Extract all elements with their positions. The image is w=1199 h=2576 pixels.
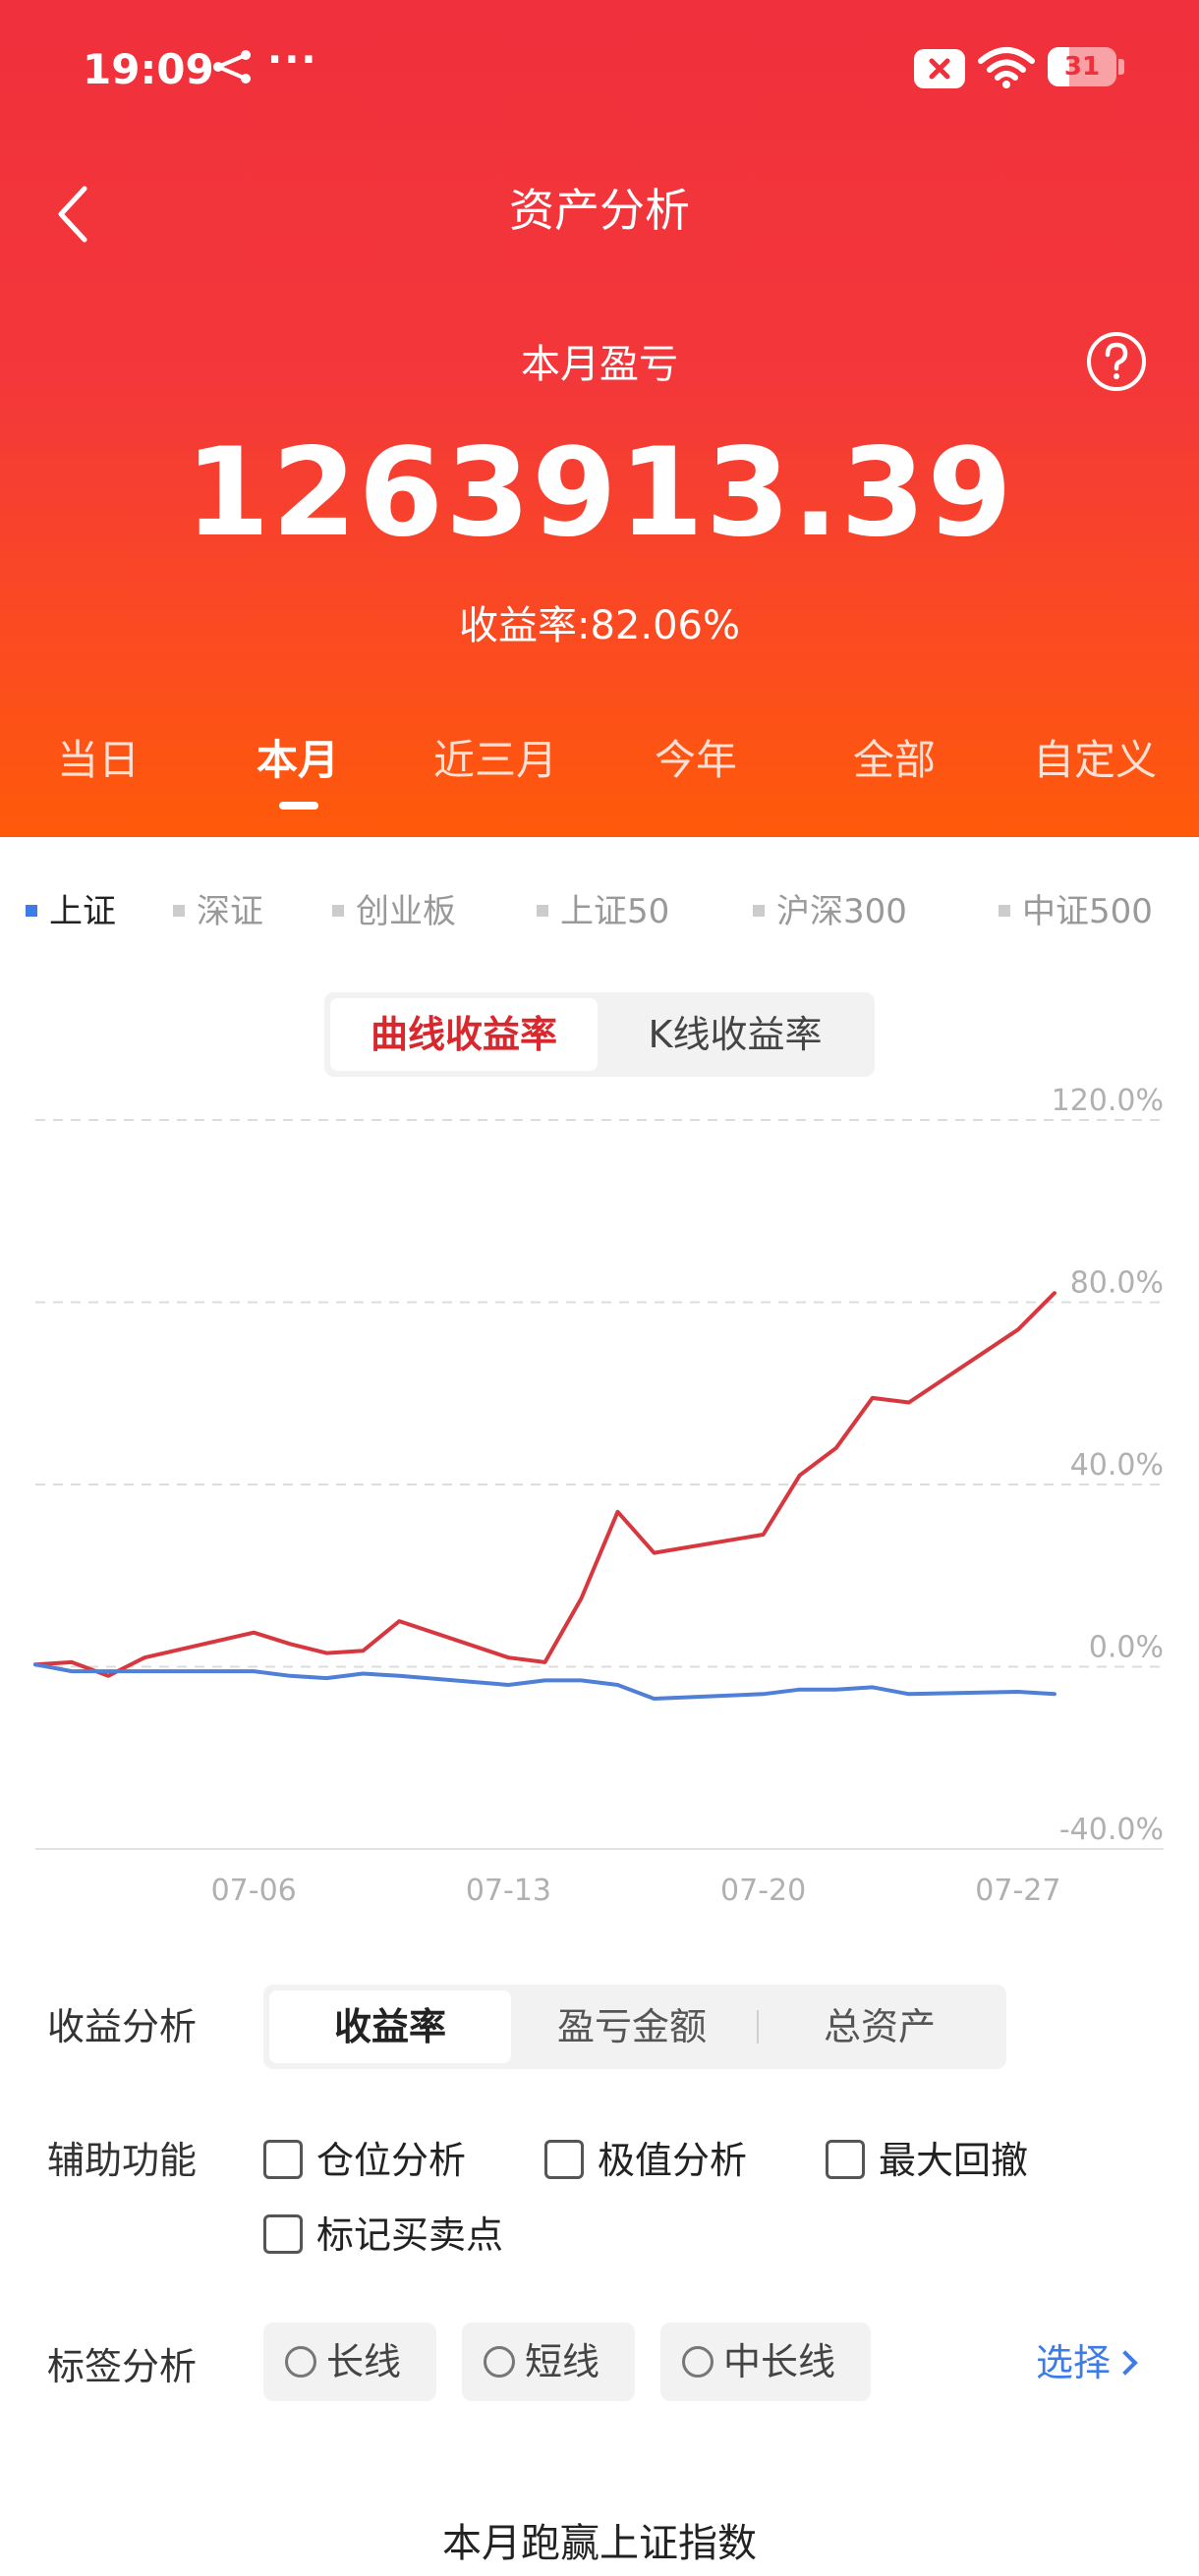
- curve-rate-button[interactable]: 曲线收益率: [330, 998, 598, 1071]
- index-tab-csi500[interactable]: 中证500: [999, 884, 1153, 932]
- index-dot: [537, 904, 548, 917]
- tag-label: 长线: [326, 2340, 402, 2383]
- pl-label: 本月盈亏: [521, 342, 678, 387]
- kline-rate-button[interactable]: K线收益率: [601, 998, 869, 1071]
- rate-label: 收益率:: [458, 603, 591, 648]
- rate-value: 82.06%: [590, 603, 740, 648]
- tab-this-year[interactable]: 今年: [607, 727, 784, 787]
- index-tab-shanghai[interactable]: 上证: [26, 884, 116, 932]
- index-dot: [753, 904, 765, 917]
- check-label: 仓位分析: [316, 2139, 467, 2182]
- y-tick-label: -40.0%: [1059, 1813, 1164, 1847]
- index-tab-label: 上证: [49, 892, 116, 931]
- index-dot: [26, 904, 37, 917]
- chart-mode-toggle: 曲线收益率 K线收益率: [324, 992, 875, 1077]
- tab-all[interactable]: 全部: [806, 727, 983, 787]
- index-tab-label: 上证50: [560, 892, 670, 931]
- section-title: 本月跑赢上证指数: [442, 2521, 757, 2566]
- radio[interactable]: [682, 2345, 714, 2378]
- status-time: 19:09: [83, 45, 214, 93]
- checkbox[interactable]: [263, 2213, 303, 2254]
- radio[interactable]: [484, 2345, 515, 2378]
- index-tab-label: 深证: [197, 892, 263, 931]
- select-label: 选择: [1036, 2341, 1112, 2384]
- portfolio-line: [33, 1291, 1056, 1678]
- y-tick-label: 120.0%: [1052, 1084, 1164, 1118]
- index-tab-label: 中证500: [1022, 892, 1153, 931]
- index-tab-shenzhen[interactable]: 深证: [173, 884, 263, 932]
- x-tick-label: 07-13: [466, 1874, 551, 1908]
- battery-level: 31: [1063, 52, 1101, 82]
- tag-label: 短线: [525, 2340, 600, 2383]
- tag-long-term[interactable]: 长线: [263, 2323, 436, 2401]
- y-tick-label: 0.0%: [1089, 1631, 1164, 1665]
- analysis-segmented-control: 收益率 盈亏金额 总资产: [263, 1985, 1006, 2069]
- x-tick-label: 07-20: [720, 1874, 806, 1908]
- index-dot: [173, 904, 185, 917]
- tag-mid-long-term[interactable]: 中长线: [660, 2323, 871, 2401]
- chevron-right-icon: [1113, 2350, 1138, 2376]
- index-tab-chinext[interactable]: 创业板: [332, 884, 456, 932]
- index-line: [33, 1662, 1056, 1701]
- pl-value: 1263913.39: [185, 422, 1014, 564]
- close-x-icon: [914, 49, 965, 88]
- share-icon: [213, 50, 251, 84]
- check-extreme-analysis[interactable]: 极值分析: [544, 2130, 747, 2184]
- seg-pl-amount[interactable]: 盈亏金额: [511, 1990, 753, 2063]
- analysis-label: 收益分析: [47, 2005, 198, 2048]
- index-dot: [332, 904, 344, 917]
- check-trade-points[interactable]: 标记买卖点: [263, 2205, 503, 2259]
- x-tick-label: 07-27: [975, 1874, 1060, 1908]
- tab-today[interactable]: 当日: [10, 727, 187, 787]
- battery-cap: [1118, 59, 1124, 75]
- index-tab-label: 创业板: [356, 892, 456, 931]
- tab-three-months[interactable]: 近三月: [407, 727, 584, 787]
- check-label: 最大回撤: [879, 2139, 1029, 2182]
- seg-total-assets[interactable]: 总资产: [759, 1990, 1000, 2063]
- checkbox[interactable]: [263, 2139, 303, 2179]
- aux-label: 辅助功能: [47, 2139, 198, 2182]
- index-dot: [999, 904, 1010, 917]
- check-label: 极值分析: [598, 2139, 748, 2182]
- checkbox[interactable]: [544, 2139, 584, 2179]
- return-chart: 120.0% 80.0% 40.0% 0.0% -40.0% 07-06 07-13 07-2…: [33, 1084, 1164, 1908]
- rate-text: 收益率:82.06%: [0, 593, 1199, 650]
- seg-return-rate[interactable]: 收益率: [269, 1990, 511, 2063]
- index-tab-csi300[interactable]: 沪深300: [753, 884, 907, 932]
- x-tick-label: 07-06: [211, 1874, 297, 1908]
- check-position-analysis[interactable]: 仓位分析: [263, 2130, 466, 2184]
- y-tick-label: 80.0%: [1070, 1266, 1164, 1301]
- wifi-icon: [978, 47, 1035, 88]
- tag-label: 中长线: [723, 2340, 836, 2383]
- page-title: 资产分析: [509, 184, 690, 237]
- radio[interactable]: [285, 2345, 316, 2378]
- y-tick-label: 40.0%: [1070, 1448, 1164, 1483]
- index-tabs: 上证 深证 创业板 上证50 沪深300 中证500: [0, 884, 1199, 943]
- active-tab-indicator: [279, 802, 318, 810]
- status-bar: 19:09 ··· 31: [0, 0, 1199, 138]
- check-label: 标记买卖点: [316, 2213, 504, 2257]
- check-max-drawdown[interactable]: 最大回撤: [826, 2130, 1028, 2184]
- status-dots: ···: [267, 37, 318, 83]
- tab-custom[interactable]: 自定义: [1006, 727, 1183, 787]
- checkbox[interactable]: [826, 2139, 865, 2179]
- tab-this-month[interactable]: 本月: [209, 727, 386, 787]
- tags-label: 标签分析: [47, 2345, 198, 2388]
- period-tabs: 当日 本月 近三月 今年 全部 自定义: [0, 727, 1199, 815]
- battery-icon: 31: [1048, 47, 1116, 86]
- help-icon[interactable]: [1085, 330, 1148, 393]
- tag-short-term[interactable]: 短线: [462, 2323, 635, 2401]
- index-tab-label: 沪深300: [776, 892, 907, 931]
- header: 19:09 ··· 31 资产分析 本月盈亏 1263913.39 收益率:82…: [0, 0, 1199, 837]
- select-link[interactable]: 选择: [1036, 2332, 1138, 2386]
- index-tab-sse50[interactable]: 上证50: [537, 884, 669, 932]
